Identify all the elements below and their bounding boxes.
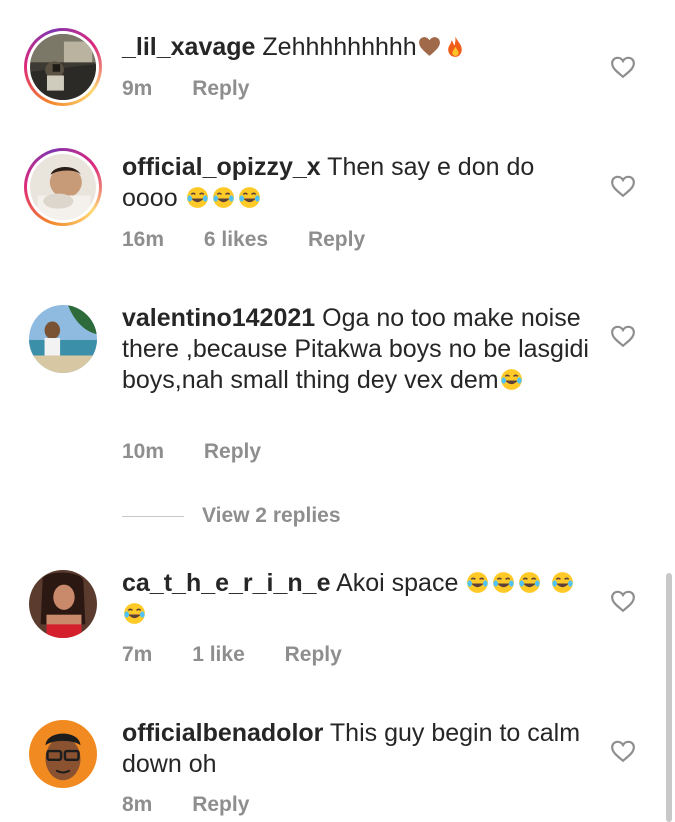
tears-of-joy-icon bbox=[491, 570, 516, 595]
comment-meta: 8m Reply bbox=[122, 793, 283, 817]
scrollbar[interactable] bbox=[666, 573, 672, 822]
comment-time: 16m bbox=[122, 228, 165, 251]
comment-time: 7m bbox=[122, 643, 153, 666]
tears-of-joy-icon bbox=[517, 570, 542, 595]
comment-username[interactable]: valentino142021 bbox=[122, 304, 315, 332]
view-replies-label: View 2 replies bbox=[202, 504, 341, 527]
comment-meta: 10m Reply bbox=[122, 440, 295, 464]
comment-body: _lil_xavage Zehhhhhhhhh bbox=[122, 32, 592, 63]
comment-text: Zehhhhhhhhh bbox=[262, 33, 417, 61]
avatar-image bbox=[30, 34, 96, 100]
reply-button[interactable]: Reply bbox=[192, 77, 249, 100]
comment-body: official_opizzy_x Then say e don do oooo bbox=[122, 152, 592, 214]
likes-count[interactable]: 1 like bbox=[192, 643, 245, 666]
replies-divider bbox=[122, 515, 184, 517]
comment-time: 8m bbox=[122, 793, 153, 816]
avatar-image bbox=[29, 720, 97, 788]
view-replies-button[interactable]: View 2 replies bbox=[122, 504, 341, 528]
tears-of-joy-icon bbox=[237, 185, 262, 210]
comment-meta: 9m Reply bbox=[122, 77, 283, 101]
likes-count[interactable]: 6 likes bbox=[204, 228, 268, 251]
tears-of-joy-icon bbox=[499, 367, 524, 392]
comment-text: Akoi space bbox=[336, 569, 459, 597]
avatar-image bbox=[29, 305, 97, 373]
fire-icon bbox=[443, 34, 468, 59]
avatar-image bbox=[29, 570, 97, 638]
comment-body: officialbenadolor This guy begin to calm… bbox=[122, 718, 592, 780]
comment-username[interactable]: ca_t_h_e_r_i_n_e bbox=[122, 569, 330, 597]
avatar[interactable] bbox=[29, 720, 97, 788]
avatar[interactable] bbox=[29, 570, 97, 638]
comment-body: ca_t_h_e_r_i_n_e Akoi space bbox=[122, 568, 592, 630]
tears-of-joy-icon bbox=[122, 601, 147, 626]
comment-time: 10m bbox=[122, 440, 165, 463]
comment-body: valentino142021 Oga no too make noise th… bbox=[122, 303, 592, 396]
heart-icon[interactable] bbox=[610, 324, 636, 348]
tears-of-joy-icon bbox=[550, 570, 575, 595]
tears-of-joy-icon bbox=[211, 185, 236, 210]
comment-meta: 7m 1 like Reply bbox=[122, 643, 376, 667]
reply-button[interactable]: Reply bbox=[204, 440, 261, 463]
reply-button[interactable]: Reply bbox=[285, 643, 342, 666]
avatar[interactable] bbox=[24, 28, 102, 106]
comment-username[interactable]: official_opizzy_x bbox=[122, 153, 321, 181]
heart-icon[interactable] bbox=[610, 739, 636, 763]
avatar-image bbox=[30, 154, 96, 220]
comment-username[interactable]: officialbenadolor bbox=[122, 719, 323, 747]
heart-icon[interactable] bbox=[610, 174, 636, 198]
comment-meta: 16m 6 likes Reply bbox=[122, 228, 399, 252]
reply-button[interactable]: Reply bbox=[192, 793, 249, 816]
tears-of-joy-icon bbox=[185, 185, 210, 210]
avatar[interactable] bbox=[24, 148, 102, 226]
comment-time: 9m bbox=[122, 77, 153, 100]
comment-username[interactable]: _lil_xavage bbox=[122, 33, 255, 61]
brown-heart-icon bbox=[417, 34, 442, 59]
heart-icon[interactable] bbox=[610, 55, 636, 79]
tears-of-joy-icon bbox=[465, 570, 490, 595]
avatar[interactable] bbox=[29, 305, 97, 373]
heart-icon[interactable] bbox=[610, 589, 636, 613]
reply-button[interactable]: Reply bbox=[308, 228, 365, 251]
